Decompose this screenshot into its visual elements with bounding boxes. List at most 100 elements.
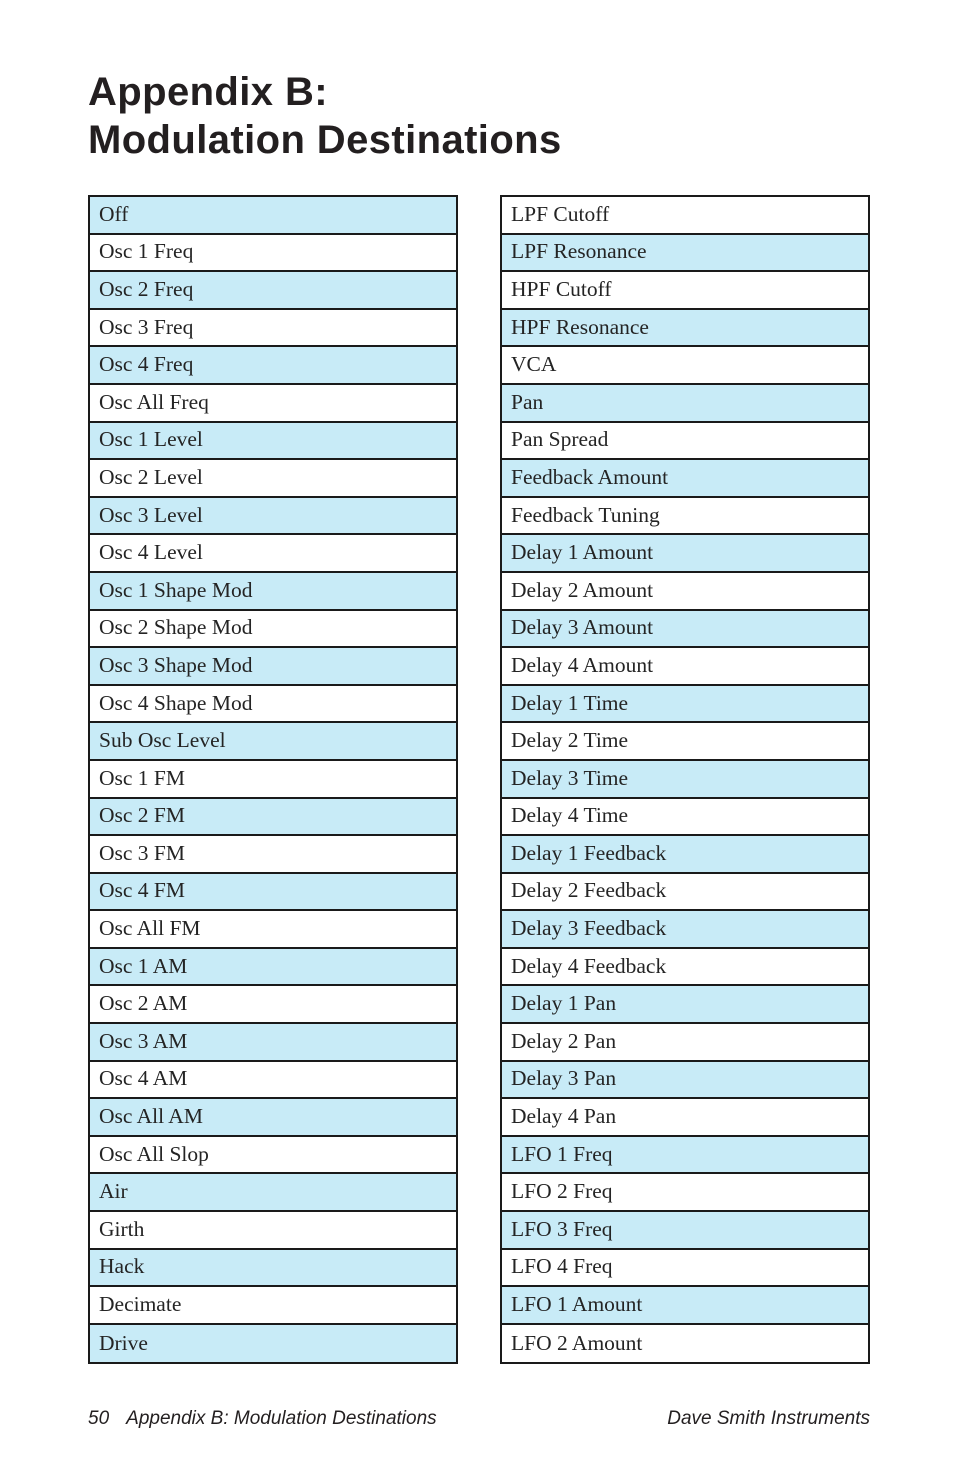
modulation-destination-label: Osc 3 Level (99, 502, 203, 527)
table-row: Osc 1 Freq (90, 234, 456, 273)
modulation-destination-label: Delay 1 Time (511, 690, 629, 715)
modulation-destination-label: Delay 1 Pan (511, 991, 617, 1016)
modulation-destination-label: Delay 2 Time (511, 728, 629, 753)
document-page: Appendix B: Modulation Destinations Off O… (0, 0, 954, 1475)
modulation-destination-label: Delay 3 Amount (511, 615, 654, 640)
modulation-destination-label: Osc All FM (99, 916, 201, 941)
table-row: LFO 2 Amount (502, 1324, 868, 1363)
modulation-destination-label: Delay 1 Amount (511, 540, 654, 565)
table-row: Delay 1 Amount (502, 535, 868, 573)
modulation-destination-label: LFO 3 Freq (511, 1216, 613, 1241)
table-row: Delay 2 Pan (502, 1024, 868, 1062)
page-title: Appendix B: Modulation Destinations (88, 68, 888, 164)
table-row: Osc All Freq (90, 384, 456, 423)
table-row: Delay 4 Amount (502, 648, 868, 686)
table-row: Osc 2 FM (90, 798, 456, 837)
table-row: Decimate (90, 1287, 456, 1325)
modulation-destination-label: Osc 4 FM (99, 878, 186, 903)
table-row: Osc 3 FM (90, 836, 456, 874)
table-row: VCA (502, 347, 868, 385)
table-row: Osc 2 Level (90, 460, 456, 498)
table-row: HPF Cutoff (502, 272, 868, 310)
table-row: LFO 3 Freq (502, 1212, 868, 1250)
table-row: Osc 2 Freq (90, 272, 456, 310)
modulation-destination-label: Sub Osc Level (99, 728, 226, 753)
table-row: Osc 3 Freq (90, 309, 456, 348)
table-row: Delay 2 Amount (502, 572, 868, 611)
modulation-destination-label: Osc 4 AM (99, 1066, 188, 1091)
table-row: Feedback Tuning (502, 497, 868, 536)
modulation-destination-label: Decimate (99, 1292, 182, 1317)
modulation-destination-label: Osc 3 FM (99, 840, 186, 865)
modulation-destination-label: Osc 2 Level (99, 464, 203, 489)
table-row: Osc 1 AM (90, 948, 456, 987)
modulation-destination-label: Osc All Freq (99, 389, 209, 414)
table-row: Delay 4 Feedback (502, 948, 868, 987)
modulation-destination-label: Delay 4 Time (511, 803, 629, 828)
modulation-destination-label: Osc 2 Shape Mod (99, 615, 253, 640)
table-row: Pan (502, 384, 868, 423)
modulation-destination-label: Delay 1 Feedback (511, 840, 667, 865)
modulation-destination-label: HPF Resonance (511, 314, 649, 339)
modulation-destination-label: LFO 1 Freq (511, 1141, 613, 1166)
modulation-destination-label: Delay 4 Pan (511, 1104, 617, 1129)
modulation-destination-label: Osc 1 Level (99, 427, 203, 452)
table-row: LPF Resonance (502, 234, 868, 273)
table-row: LPF Cutoff (502, 197, 868, 235)
table-row: Osc 4 AM (90, 1061, 456, 1100)
footer-company-name: Dave Smith Instruments (667, 1408, 870, 1429)
footer-chapter-title: Appendix B: Modulation Destinations (126, 1408, 437, 1429)
table-row: Delay 4 Pan (502, 1099, 868, 1137)
table-row: Drive (90, 1324, 456, 1363)
modulation-destination-label: Osc 1 AM (99, 953, 188, 978)
modulation-destinations-table-left: Off Osc 1 Freq Osc 2 Freq Osc 3 Freq Osc 4 F… (88, 195, 458, 1365)
modulation-destination-label: Pan (511, 389, 544, 414)
modulation-destination-label: Osc 2 FM (99, 803, 186, 828)
modulation-destination-label: Delay 3 Feedback (511, 916, 667, 941)
modulation-destination-label: Delay 2 Feedback (511, 878, 667, 903)
modulation-destination-label: Delay 2 Amount (511, 577, 654, 602)
modulation-destination-label: LFO 2 Freq (511, 1179, 613, 1204)
table-row: Osc 1 FM (90, 760, 456, 799)
modulation-destination-label: Delay 4 Amount (511, 652, 654, 677)
table-row: Osc 4 FM (90, 873, 456, 912)
modulation-destination-label: Osc 2 Freq (99, 276, 194, 301)
modulation-destination-label: Osc All Slop (99, 1141, 209, 1166)
modulation-destination-label: Osc 1 FM (99, 765, 186, 790)
modulation-destination-label: Off (99, 201, 129, 226)
modulation-destination-label: Osc 4 Freq (99, 352, 194, 377)
table-row: LFO 1 Amount (502, 1287, 868, 1325)
table-row: Air (90, 1174, 456, 1213)
table-row: Delay 4 Time (502, 798, 868, 837)
table-row: Osc 4 Level (90, 535, 456, 573)
modulation-destination-label: Drive (99, 1330, 148, 1355)
modulation-destination-label: Delay 3 Time (511, 765, 629, 790)
table-row: Sub Osc Level (90, 723, 456, 761)
modulation-destination-label: Hack (99, 1254, 145, 1279)
table-row: Delay 1 Time (502, 685, 868, 724)
table-row: Delay 3 Feedback (502, 911, 868, 949)
modulation-destination-label: Osc 4 Level (99, 540, 203, 565)
table-row: Osc All Slop (90, 1136, 456, 1175)
table-row: Osc 3 Shape Mod (90, 648, 456, 686)
table-row: Osc 4 Shape Mod (90, 685, 456, 724)
table-row: Osc All FM (90, 911, 456, 949)
modulation-destination-label: LFO 4 Freq (511, 1254, 613, 1279)
table-row: LFO 2 Freq (502, 1174, 868, 1213)
table-row: Delay 2 Time (502, 723, 868, 761)
modulation-destination-label: Feedback Amount (511, 464, 669, 489)
table-row: Delay 1 Pan (502, 986, 868, 1025)
table-row: Delay 3 Pan (502, 1061, 868, 1100)
page-title-line-2: Modulation Destinations (88, 118, 562, 162)
table-row: Delay 3 Amount (502, 610, 868, 649)
modulation-destination-label: Delay 3 Pan (511, 1066, 617, 1091)
modulation-destination-label: Osc 3 Shape Mod (99, 652, 253, 677)
table-row: Pan Spread (502, 422, 868, 461)
modulation-destination-label: Air (99, 1179, 128, 1204)
table-row: Osc 2 AM (90, 986, 456, 1025)
modulation-destination-label: Delay 2 Pan (511, 1028, 617, 1053)
modulation-destination-label: Osc All AM (99, 1104, 203, 1129)
table-row: Delay 2 Feedback (502, 873, 868, 912)
modulation-destination-label: Osc 1 Shape Mod (99, 577, 253, 602)
table-row: Osc 4 Freq (90, 347, 456, 385)
